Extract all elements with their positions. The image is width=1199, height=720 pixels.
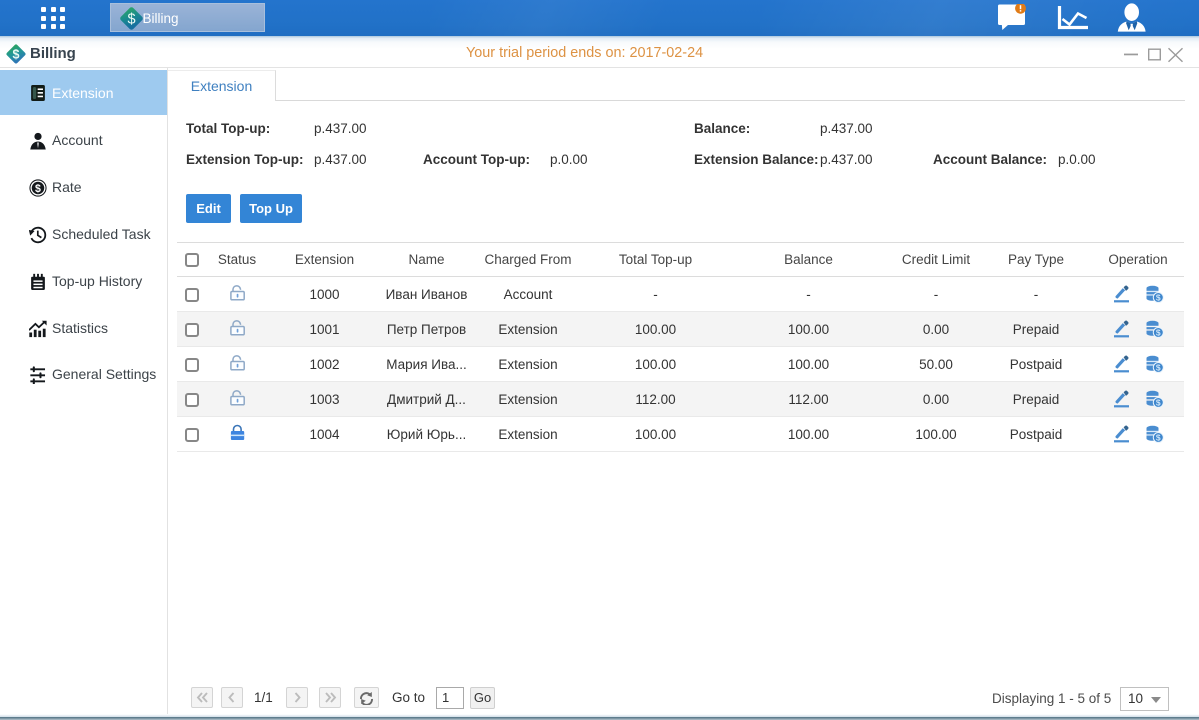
- svg-text:$: $: [35, 183, 41, 195]
- svg-text:$: $: [1156, 433, 1161, 443]
- svg-text:$: $: [127, 12, 135, 28]
- svg-text:$: $: [13, 47, 20, 61]
- svg-text:$: $: [1156, 398, 1161, 408]
- svg-text:$: $: [1156, 328, 1161, 338]
- svg-text:$: $: [1156, 363, 1161, 373]
- svg-text:$: $: [1156, 293, 1161, 303]
